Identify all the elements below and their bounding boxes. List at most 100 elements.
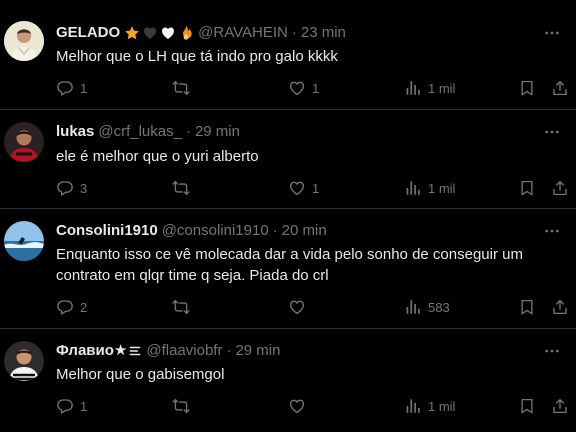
retweet-button[interactable] bbox=[172, 177, 190, 199]
display-name[interactable]: lukas bbox=[56, 122, 94, 142]
tweet-text: Melhor que o LH que tá indo pro galo kkk… bbox=[56, 48, 338, 65]
tweet-header: lukas @crf_lukas_ · 29 min bbox=[56, 122, 240, 142]
bookmark-button[interactable] bbox=[518, 395, 536, 417]
more-options-icon[interactable] bbox=[542, 122, 562, 142]
retweet-button[interactable] bbox=[172, 296, 190, 318]
reply-button[interactable]: 1 bbox=[56, 395, 87, 417]
like-button[interactable]: 1 bbox=[288, 77, 319, 99]
retweet-button[interactable] bbox=[172, 77, 190, 99]
share-button[interactable] bbox=[551, 296, 569, 318]
more-options-icon[interactable] bbox=[542, 23, 562, 43]
avatar[interactable] bbox=[4, 341, 44, 381]
view-count: 1 mil bbox=[428, 180, 456, 196]
separator-dot: · bbox=[291, 24, 297, 41]
avatar[interactable] bbox=[4, 21, 44, 61]
retweet-icon bbox=[172, 79, 190, 97]
timestamp[interactable]: 29 min bbox=[235, 341, 280, 361]
bookmark-button[interactable] bbox=[518, 177, 536, 199]
share-icon bbox=[551, 298, 569, 316]
view-count: 1 mil bbox=[428, 80, 456, 96]
display-name[interactable]: Флавио★ bbox=[56, 341, 127, 361]
tweet-actions: 1 1 1 mil bbox=[48, 77, 570, 99]
like-button[interactable] bbox=[288, 296, 306, 318]
heart-icon bbox=[288, 79, 306, 97]
user-handle[interactable]: @crf_lukas_ bbox=[98, 122, 182, 142]
reply-icon bbox=[56, 79, 74, 97]
more-options-icon[interactable] bbox=[542, 341, 562, 361]
tweet-text: Melhor que o gabisemgol bbox=[56, 366, 225, 383]
timeline-feed: GELADO @RAVAHEIN · 23 min Melhor que o L… bbox=[0, 0, 576, 432]
user-handle[interactable]: @RAVAHEIN bbox=[198, 23, 288, 43]
retweet-icon bbox=[172, 298, 190, 316]
tweet[interactable]: GELADO @RAVAHEIN · 23 min Melhor que o L… bbox=[0, 0, 576, 110]
display-name[interactable]: GELADO bbox=[56, 23, 120, 43]
like-count: 1 bbox=[312, 180, 320, 196]
reply-count: 2 bbox=[80, 299, 88, 315]
tweet[interactable]: lukas @crf_lukas_ · 29 min ele é melhor … bbox=[0, 110, 576, 209]
tweet[interactable]: Флавио★ @flaaviobfr · 29 min Melhor que … bbox=[0, 329, 576, 432]
view-count: 1 mil bbox=[428, 398, 456, 414]
views-chart-icon bbox=[404, 298, 422, 316]
views-button[interactable]: 1 mil bbox=[404, 177, 455, 199]
heart-icon bbox=[288, 179, 306, 197]
separator-dot: · bbox=[226, 342, 232, 359]
reply-icon bbox=[56, 397, 74, 415]
avatar[interactable] bbox=[4, 221, 44, 261]
reply-button[interactable]: 1 bbox=[56, 77, 87, 99]
reply-count: 3 bbox=[80, 180, 88, 196]
heart-icon bbox=[288, 397, 306, 415]
tweet[interactable]: Consolini1910 @consolini1910 · 20 min En… bbox=[0, 209, 576, 329]
avatar-image bbox=[4, 221, 44, 261]
user-handle[interactable]: @flaaviobfr bbox=[146, 341, 222, 361]
tweet-header: Consolini1910 @consolini1910 · 20 min bbox=[56, 221, 327, 241]
tweet-header: Флавио★ @flaaviobfr · 29 min bbox=[56, 341, 280, 361]
retweet-icon bbox=[172, 397, 190, 415]
separator-dot: · bbox=[272, 222, 278, 239]
tweet-actions: 1 1 mil bbox=[48, 395, 570, 417]
avatar[interactable] bbox=[4, 122, 44, 162]
heart-icon bbox=[288, 298, 306, 316]
share-button[interactable] bbox=[551, 395, 569, 417]
separator-dot: · bbox=[185, 123, 191, 140]
share-icon bbox=[551, 179, 569, 197]
share-button[interactable] bbox=[551, 177, 569, 199]
bookmark-icon bbox=[518, 79, 536, 97]
user-handle[interactable]: @consolini1910 bbox=[162, 221, 269, 241]
retweet-button[interactable] bbox=[172, 395, 190, 417]
reply-icon bbox=[56, 298, 74, 316]
fire-icon bbox=[183, 26, 192, 40]
bookmark-button[interactable] bbox=[518, 77, 536, 99]
tweet-header: GELADO @RAVAHEIN · 23 min bbox=[56, 23, 346, 43]
reply-count: 1 bbox=[80, 80, 88, 96]
more-options-icon[interactable] bbox=[542, 221, 562, 241]
views-button[interactable]: 583 bbox=[404, 296, 450, 318]
display-name[interactable]: Consolini1910 bbox=[56, 221, 158, 241]
timestamp[interactable]: 29 min bbox=[195, 122, 240, 142]
avatar-image bbox=[4, 122, 44, 162]
like-button[interactable]: 1 bbox=[288, 177, 319, 199]
reply-icon bbox=[56, 179, 74, 197]
timestamp[interactable]: 20 min bbox=[282, 221, 327, 241]
star-icon bbox=[125, 26, 140, 40]
share-button[interactable] bbox=[551, 77, 569, 99]
views-button[interactable]: 1 mil bbox=[404, 77, 455, 99]
bookmark-icon bbox=[518, 298, 536, 316]
white-heart-icon bbox=[162, 27, 175, 39]
retweet-icon bbox=[172, 179, 190, 197]
reply-button[interactable]: 2 bbox=[56, 296, 87, 318]
share-icon bbox=[551, 79, 569, 97]
tweet-actions: 3 1 1 mil bbox=[48, 177, 570, 199]
views-chart-icon bbox=[404, 397, 422, 415]
name-emojis bbox=[124, 25, 194, 41]
reply-button[interactable]: 3 bbox=[56, 177, 87, 199]
tweet-actions: 2 583 bbox=[48, 296, 570, 318]
black-heart-icon bbox=[144, 27, 157, 39]
bookmark-icon bbox=[518, 397, 536, 415]
timestamp[interactable]: 23 min bbox=[301, 23, 346, 43]
like-button[interactable] bbox=[288, 395, 306, 417]
views-button[interactable]: 1 mil bbox=[404, 395, 455, 417]
bookmark-button[interactable] bbox=[518, 296, 536, 318]
reply-count: 1 bbox=[80, 398, 88, 414]
views-chart-icon bbox=[404, 79, 422, 97]
wind-lines-icon bbox=[129, 346, 141, 356]
